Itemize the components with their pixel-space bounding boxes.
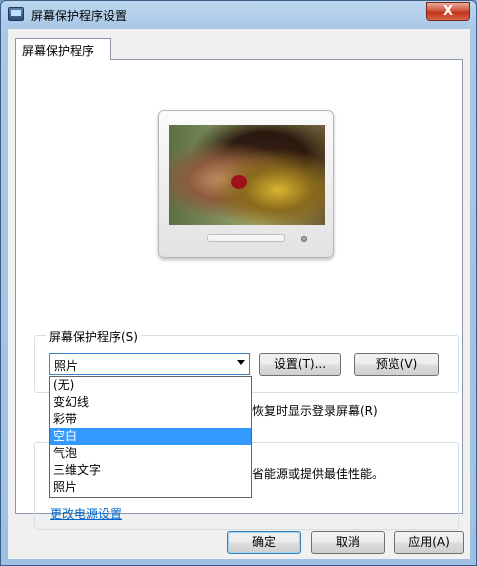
- dropdown-option-none[interactable]: (无): [50, 377, 251, 394]
- settings-button[interactable]: 设置(T)...: [259, 353, 341, 376]
- ok-button[interactable]: 确定: [227, 531, 301, 554]
- monitor-preview: [158, 110, 334, 258]
- screensaver-select[interactable]: 照片: [49, 353, 250, 375]
- display-icon: [8, 7, 24, 21]
- screensaver-selected-value: 照片: [54, 359, 79, 373]
- dropdown-option-blank[interactable]: 空白: [50, 428, 251, 445]
- screensaver-group-label: 屏幕保护程序(S): [46, 328, 141, 345]
- screensaver-dropdown-list: (无) 变幻线 彩带 空白 气泡 三维文字 照片: [49, 376, 252, 498]
- monitor-power-icon: [301, 236, 307, 242]
- couple-photo-image: [169, 125, 325, 225]
- resume-login-checkbox-label[interactable]: 恢复时显示登录屏幕(R): [252, 402, 378, 419]
- tab-screensaver[interactable]: 屏幕保护程序: [15, 38, 111, 60]
- dropdown-option-bubbles[interactable]: 气泡: [50, 445, 251, 462]
- window-title: 屏幕保护程序设置: [31, 9, 128, 23]
- tab-panel: 屏幕保护程序(S) 照片 设置(T)... 预览(V) 恢复时显示登录屏幕(R)…: [15, 59, 463, 530]
- screensaver-settings-window: 屏幕保护程序设置 X 屏幕保护程序 屏幕保护程序(S) 照片 设置(T)... …: [0, 0, 477, 566]
- chevron-down-icon[interactable]: [237, 360, 245, 365]
- cancel-button[interactable]: 取消: [311, 531, 385, 554]
- title-bar[interactable]: 屏幕保护程序设置 X: [1, 1, 476, 29]
- monitor-bezel-bar: [207, 234, 285, 242]
- dropdown-option-photos[interactable]: 照片: [50, 479, 251, 496]
- close-button[interactable]: X: [426, 2, 470, 21]
- dropdown-option-3d-text[interactable]: 三维文字: [50, 462, 251, 479]
- preview-button[interactable]: 预览(V): [354, 353, 439, 376]
- dropdown-option-mystify[interactable]: 变幻线: [50, 394, 251, 411]
- preview-screen: [169, 125, 325, 225]
- apply-button[interactable]: 应用(A): [394, 531, 464, 554]
- dropdown-option-ribbons[interactable]: 彩带: [50, 411, 251, 428]
- dialog-client-area: 屏幕保护程序 屏幕保护程序(S) 照片 设置(T)... 预览(V) 恢复时显示…: [8, 29, 470, 559]
- rose-image: [231, 175, 247, 189]
- change-power-settings-link[interactable]: 更改电源设置: [50, 505, 122, 522]
- power-description: 省能源或提供最佳性能。: [252, 467, 385, 481]
